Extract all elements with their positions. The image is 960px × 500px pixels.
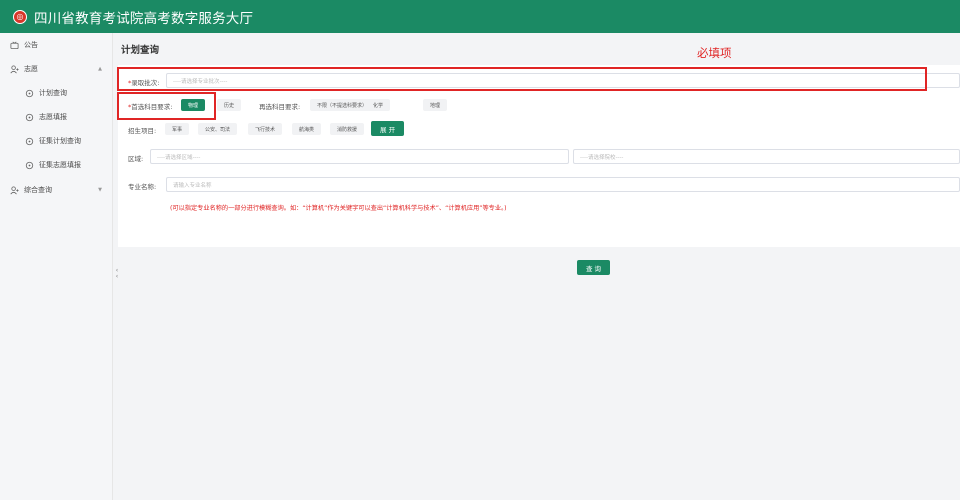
notice-icon (10, 41, 19, 50)
circle-dot-icon (25, 113, 34, 122)
circle-dot-icon (25, 89, 34, 98)
sidebar-item-volunteer[interactable]: 志愿 ▲ (0, 60, 113, 78)
expand-button[interactable]: 展 开 (371, 121, 405, 136)
app-title: 四川省教育考试院高考数字服务大厅 (34, 10, 254, 27)
subject-unlimited-option[interactable]: 不限（不提选科要求） (310, 99, 375, 111)
major-label: 专业名称: (128, 183, 157, 191)
subject-geography-option[interactable]: 地理 (423, 99, 448, 111)
sidebar-item-label: 征集志愿填报 (39, 161, 81, 169)
fuzzy-search-hint: (可以指定专业名称的一部分进行模糊查询。如：“计算机”作为关键字可以查出“计算机… (170, 205, 507, 212)
sidebar-item-label: 志愿 (24, 65, 38, 73)
emblem-icon: ◎ (13, 9, 27, 24)
project-police-option[interactable]: 公安、司法 (198, 123, 238, 135)
user-volunteer-icon (10, 64, 19, 74)
project-flight-option[interactable]: 飞行技术 (248, 123, 283, 135)
batch-label: *录取批次: (128, 79, 160, 87)
sidebar-item-collect-plan-query[interactable]: 征集计划查询 (0, 132, 113, 150)
major-input[interactable]: 请输入专业名称 (166, 177, 960, 192)
sidebar-item-label: 计划查询 (39, 89, 67, 97)
user-query-icon (10, 185, 19, 195)
batch-select[interactable]: ----请选择专业批次---- (166, 73, 960, 88)
sidebar-item-label: 志愿填报 (39, 113, 67, 121)
app-header: ◎ 四川省教育考试院高考数字服务大厅 (0, 0, 960, 33)
project-fire-rescue-option[interactable]: 消防救援 (330, 123, 365, 135)
project-label: 招生项目: (128, 127, 157, 135)
sidebar-item-plan-query[interactable]: 计划查询 (0, 84, 113, 102)
school-select[interactable]: ----请选择院校---- (573, 149, 960, 164)
sidebar-item-volunteer-fill[interactable]: 志愿填报 (0, 108, 113, 126)
first-subject-label: *首选科目要求: (128, 103, 173, 111)
second-subject-label: 再选科目要求: (259, 103, 301, 111)
subject-chemistry-option[interactable]: 化学 (366, 99, 391, 111)
sidebar: 公告 志愿 ▲ 计划查询 志愿填报 征集计划查询 征集志愿填报 综合查询 ▼ (0, 33, 113, 500)
chevron-down-icon: ▼ (98, 187, 102, 193)
circle-dot-icon (25, 161, 34, 170)
main-content: 计划查询 必填项 *录取批次: ----请选择专业批次---- *首选科目要求:… (114, 33, 960, 500)
subject-history-option[interactable]: 历史 (217, 99, 242, 111)
page-title: 计划查询 (121, 45, 160, 56)
sidebar-item-comprehensive-query[interactable]: 综合查询 ▼ (0, 181, 113, 199)
region-select[interactable]: ----请选择区域---- (150, 149, 569, 164)
circle-dot-icon (25, 137, 34, 146)
subject-physics-option[interactable]: 物理 (181, 99, 206, 111)
project-navigation-option[interactable]: 航海类 (292, 123, 322, 135)
chevron-up-icon: ▲ (98, 66, 102, 72)
sidebar-item-label: 征集计划查询 (39, 137, 81, 145)
query-button[interactable]: 查 询 (577, 260, 610, 275)
project-military-option[interactable]: 军事 (165, 123, 190, 135)
query-form: *录取批次: ----请选择专业批次---- *首选科目要求: 物理 历史 再选… (118, 65, 960, 247)
sidebar-item-label: 综合查询 (24, 186, 52, 194)
sidebar-item-label: 公告 (24, 41, 38, 49)
sidebar-item-notice[interactable]: 公告 (0, 36, 113, 54)
sidebar-item-collect-volunteer-fill[interactable]: 征集志愿填报 (0, 156, 113, 174)
required-note: 必填项 (697, 46, 732, 60)
region-label: 区域: (128, 155, 144, 163)
